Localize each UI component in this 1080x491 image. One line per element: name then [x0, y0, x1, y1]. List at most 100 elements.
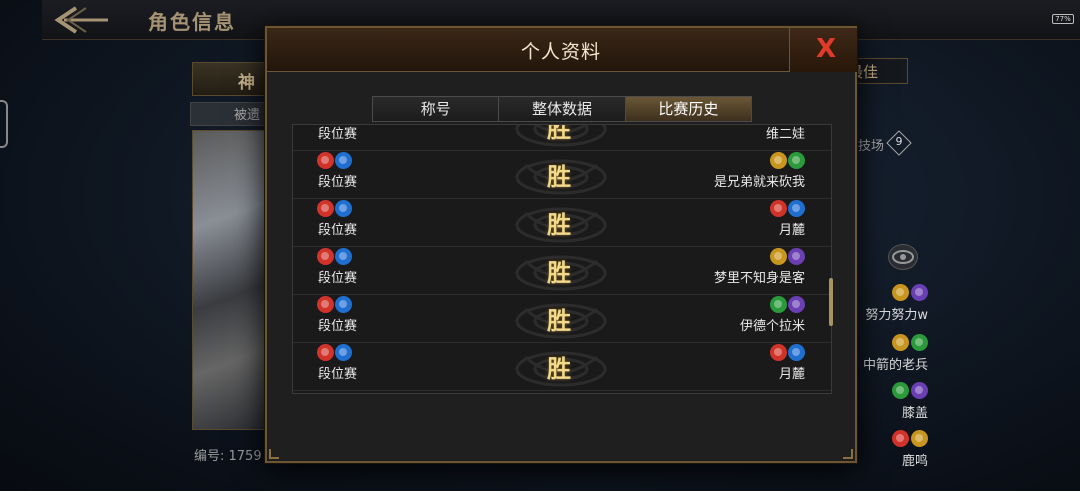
opponent-hero-icons: [770, 344, 805, 361]
side-player-name: 鹿鸣: [901, 454, 928, 469]
match-result: 胜: [547, 306, 571, 335]
opponent-name: 是兄弟就来砍我: [713, 175, 805, 190]
profile-modal: 个人资料 X 称号 整体数据 比赛历史 段位赛 胜 维二娃 段位赛 胜 是兄弟就…: [265, 26, 857, 463]
bg-sub-label: 被遗: [234, 108, 261, 123]
hero-class-icon: [892, 284, 909, 301]
bg-tab-label: 神: [238, 73, 255, 93]
arena-label: 技场: [858, 139, 885, 154]
match-result: 胜: [547, 210, 571, 239]
hero-class-icon: [770, 200, 787, 217]
hero-class-icon: [770, 296, 787, 313]
match-mode: 段位赛: [318, 127, 358, 142]
hero-class-icon: [317, 152, 334, 169]
hero-class-icon: [317, 296, 334, 313]
hero-class-icon: [335, 248, 352, 265]
character-portrait: [192, 130, 274, 430]
match-result: 胜: [547, 162, 571, 191]
close-button[interactable]: X: [789, 28, 857, 72]
modal-header: 个人资料 X: [267, 28, 857, 72]
side-player-row[interactable]: 努力努力w: [856, 280, 936, 326]
page-title: 角色信息: [148, 10, 236, 34]
opponent-hero-icons: [770, 200, 805, 217]
match-row[interactable]: 段位赛 胜 是兄弟就来砍我: [293, 151, 831, 199]
corner-ornament: [843, 449, 853, 459]
side-player-name: 中箭的老兵: [862, 358, 928, 373]
side-player-name: 努力努力w: [865, 308, 928, 323]
tab-match-history[interactable]: 比赛历史: [625, 97, 751, 121]
match-result: 胜: [547, 124, 571, 143]
eye-icon: [892, 250, 914, 264]
battery-indicator: 77%: [1052, 14, 1074, 24]
side-player-name: 膝盖: [901, 406, 928, 421]
opponent-name: 维二娃: [765, 127, 805, 142]
hero-class-icon: [335, 152, 352, 169]
hero-class-icon: [788, 152, 805, 169]
hero-class-icon: [788, 344, 805, 361]
back-button[interactable]: [52, 4, 112, 36]
modal-title: 个人资料: [520, 41, 601, 63]
arena-count: 9: [895, 135, 903, 148]
opponent-name: 梦里不知身是客: [713, 271, 805, 286]
match-row[interactable]: 段位赛 胜 月麓: [293, 343, 831, 391]
side-hero-icons: [892, 430, 928, 447]
opponent-hero-icons: [770, 248, 805, 265]
hero-class-icon: [335, 344, 352, 361]
hero-class-icon: [911, 334, 928, 351]
profile-tabs: 称号 整体数据 比赛历史: [372, 96, 752, 122]
my-hero-icons: [317, 200, 352, 217]
hero-class-icon: [788, 296, 805, 313]
back-arrow-icon: [54, 6, 108, 34]
opponent-name: 月麓: [778, 367, 805, 382]
match-mode: 段位赛: [318, 319, 358, 334]
side-hero-icons: [892, 334, 928, 351]
my-hero-icons: [317, 344, 352, 361]
hero-class-icon: [892, 334, 909, 351]
opponent-hero-icons: [770, 296, 805, 313]
match-row[interactable]: 段位赛 胜 梦里不知身是客: [293, 247, 831, 295]
hero-class-icon: [770, 248, 787, 265]
hero-class-icon: [770, 152, 787, 169]
hero-class-icon: [911, 284, 928, 301]
hero-class-icon: [892, 382, 909, 399]
opponent-name: 月麓: [778, 223, 805, 238]
hero-class-icon: [770, 344, 787, 361]
player-id: 编号: 1759: [194, 449, 262, 464]
side-hero-icons: [892, 284, 928, 301]
hero-class-icon: [788, 248, 805, 265]
edge-handle[interactable]: [0, 100, 8, 148]
side-player-row[interactable]: 中箭的老兵: [856, 330, 936, 376]
match-history-list[interactable]: 段位赛 胜 维二娃 段位赛 胜 是兄弟就来砍我 段位赛 胜 月麓 段位赛 胜 梦…: [292, 124, 832, 394]
match-result: 胜: [547, 354, 571, 383]
match-mode: 段位赛: [318, 223, 358, 238]
close-icon: X: [816, 34, 837, 64]
match-mode: 段位赛: [318, 175, 358, 190]
match-mode: 段位赛: [318, 367, 358, 382]
hero-class-icon: [335, 296, 352, 313]
corner-ornament: [269, 449, 279, 459]
side-hero-icons: [892, 382, 928, 399]
hero-class-icon: [317, 344, 334, 361]
hero-class-icon: [335, 200, 352, 217]
my-hero-icons: [317, 296, 352, 313]
opponent-name: 伊德个拉米: [739, 319, 805, 334]
match-row[interactable]: 段位赛 胜 维二娃: [293, 124, 831, 151]
tab-title[interactable]: 称号: [373, 97, 500, 121]
opponent-hero-icons: [770, 152, 805, 169]
hero-class-icon: [317, 200, 334, 217]
hero-class-icon: [788, 200, 805, 217]
hero-class-icon: [911, 430, 928, 447]
tab-overall-stats[interactable]: 整体数据: [499, 97, 626, 121]
side-player-row[interactable]: 膝盖: [856, 378, 936, 424]
scrollbar[interactable]: [829, 278, 833, 326]
my-hero-icons: [317, 248, 352, 265]
hero-class-icon: [317, 248, 334, 265]
visibility-toggle[interactable]: [888, 244, 918, 270]
match-row[interactable]: 段位赛 胜 伊德个拉米: [293, 295, 831, 343]
side-player-row[interactable]: 鹿鸣: [856, 426, 936, 472]
hero-class-icon: [911, 382, 928, 399]
match-result: 胜: [547, 258, 571, 287]
my-hero-icons: [317, 152, 352, 169]
hero-class-icon: [892, 430, 909, 447]
match-mode: 段位赛: [318, 271, 358, 286]
match-row[interactable]: 段位赛 胜 月麓: [293, 199, 831, 247]
